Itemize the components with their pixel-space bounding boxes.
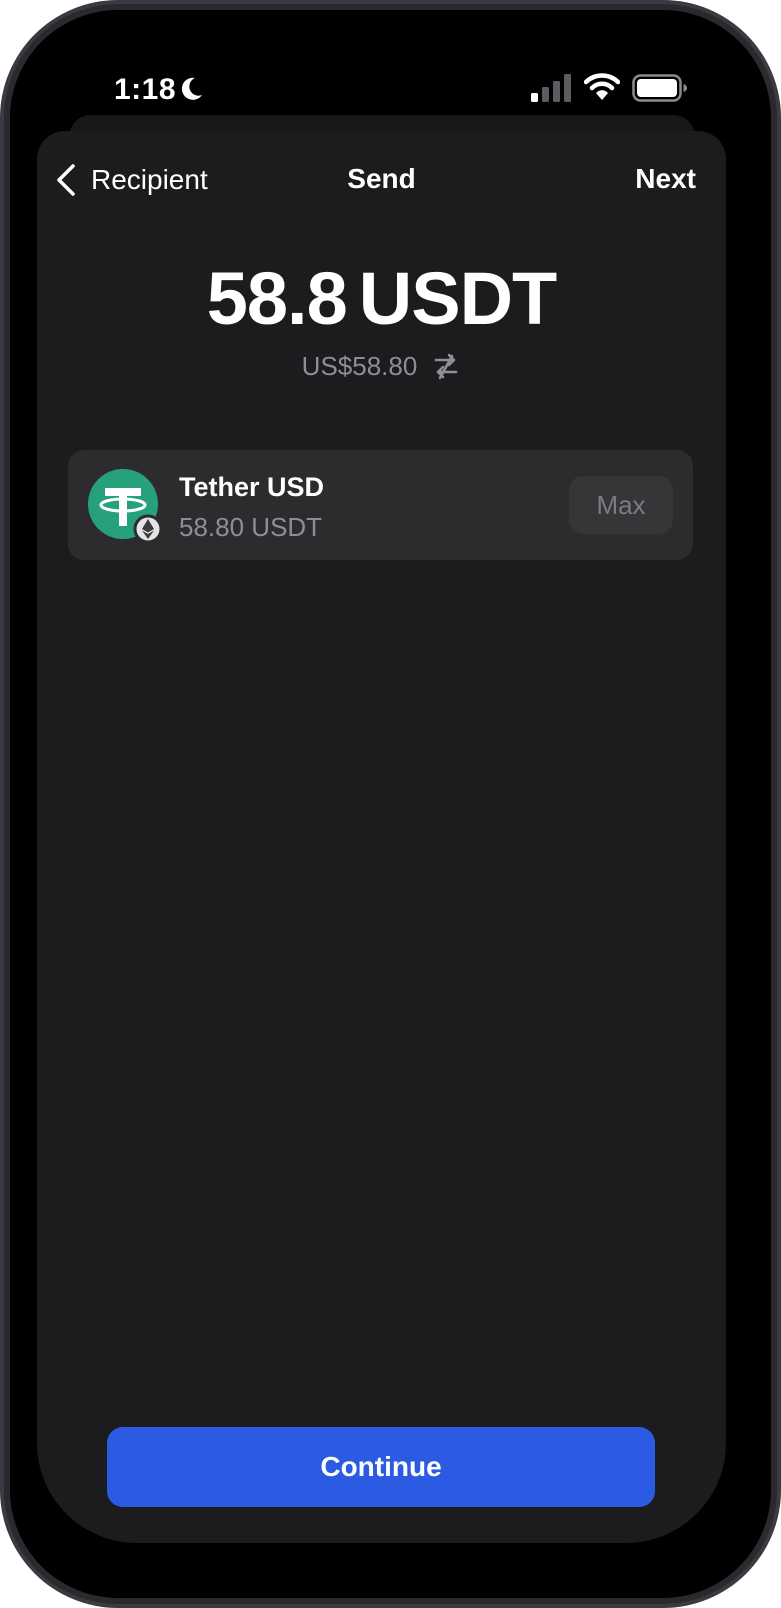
phone-frame: 1:18 Recipient Send Next 58.8 USDT US$58…	[0, 0, 781, 1608]
status-time: 1:18	[114, 73, 177, 106]
phone-bezel: 1:18 Recipient Send Next 58.8 USDT US$58…	[4, 4, 777, 1604]
max-button[interactable]: Max	[569, 476, 673, 534]
amount-display[interactable]: 58.8 USDT	[37, 256, 726, 341]
signal-icon	[531, 74, 571, 102]
phone-screen: 1:18 Recipient Send Next 58.8 USDT US$58…	[10, 10, 771, 1598]
battery-icon	[632, 74, 687, 102]
token-name: Tether USD	[179, 472, 325, 502]
token-selector-card[interactable]: Tether USD 58.80 USDT Max	[68, 450, 693, 560]
ethereum-icon	[133, 514, 160, 541]
fiat-amount: US$58.80	[301, 351, 418, 381]
amount-value: 58.8	[206, 257, 348, 340]
tether-logo-icon	[88, 469, 160, 541]
amount-unit: USDT	[358, 257, 557, 340]
moon-icon	[181, 77, 202, 100]
continue-button[interactable]: Continue	[107, 1427, 655, 1507]
wifi-icon	[584, 73, 620, 100]
swap-icon[interactable]	[431, 352, 461, 382]
send-sheet: Recipient Send Next 58.8 USDT US$58.80 T…	[37, 131, 726, 1543]
token-balance: 58.80 USDT	[179, 512, 323, 542]
page-title: Send	[347, 163, 416, 194]
fiat-amount-row: US$58.80	[37, 351, 726, 382]
next-button[interactable]: Next	[635, 163, 696, 195]
